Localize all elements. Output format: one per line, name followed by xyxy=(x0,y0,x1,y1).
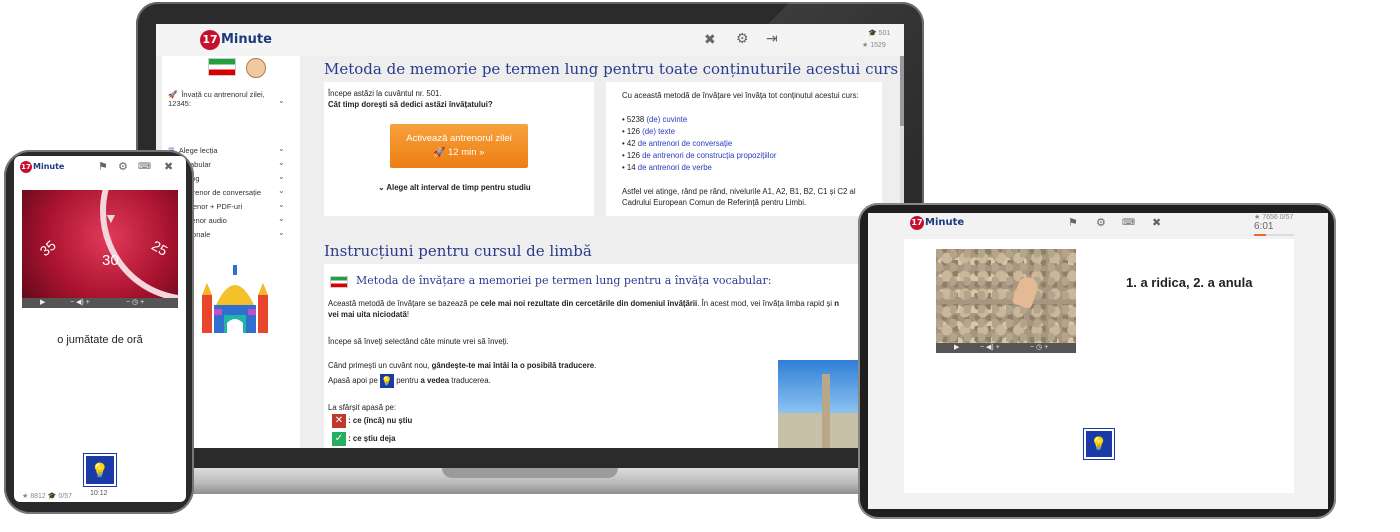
instructions-title: Instrucțiuni pentru cursul de limbă xyxy=(324,242,592,260)
method-intro: Cu această metodă de învățare vei învăța… xyxy=(622,91,859,100)
scrollbar-thumb[interactable] xyxy=(900,56,904,126)
video-controls: ▶ − ◀) + − ◷ + xyxy=(22,298,178,308)
person-icon[interactable]: ⚑ xyxy=(1068,216,1078,229)
play-icon[interactable]: ▶ xyxy=(40,298,45,306)
start-line: Începe astăzi la cuvântul nr. 501. xyxy=(328,89,442,98)
paragraph-start: Începe să înveți selectând câte minute v… xyxy=(328,337,509,346)
paragraph-new-word: Când primești un cuvânt nou, gândește-te… xyxy=(328,361,597,370)
play-icon[interactable]: ▶ xyxy=(954,343,959,351)
gear-icon[interactable]: ⚙ xyxy=(118,160,128,173)
start-card: Începe astăzi la cuvântul nr. 501. Cât t… xyxy=(324,82,594,216)
check-icon: ✓ xyxy=(332,432,346,446)
chevron-down-icon[interactable]: ⌄ xyxy=(278,214,285,223)
laptop-screen: 17 Minute ✖ ⚙ ⇥ 🎓 501 ★ 1529 🚀 Învață cu a… xyxy=(156,24,904,448)
column-shape xyxy=(822,374,830,448)
logout-icon[interactable]: ⇥ xyxy=(766,30,778,47)
phone-screen: 17 Minute ⚑ ⚙ ⌨ ✖ ▼ 35 30 25 ▶ − ◀) + − ◷… xyxy=(14,156,186,502)
chevron-down-icon[interactable]: ⌄ xyxy=(278,158,285,167)
brand-logo[interactable]: 17 Minute xyxy=(200,30,272,50)
other-interval-link[interactable]: ⌄ Alege alt interval de timp pentru stud… xyxy=(378,182,531,193)
option-dont-know: ✕ : ce (încă) nu știu xyxy=(332,414,412,428)
mosque-illustration-icon xyxy=(202,265,268,333)
pin-off-icon[interactable]: ✖ xyxy=(1152,216,1161,229)
footer-time: 10:12 xyxy=(90,490,108,497)
cross-icon: ✕ xyxy=(332,414,346,428)
tablet-timer: 6:01 xyxy=(1254,221,1274,232)
activate-trainer-button[interactable]: Activează antrenorul zilei 🚀 12 min » xyxy=(390,124,528,168)
speed-icon[interactable]: − ◷ + xyxy=(126,298,144,306)
pin-off-icon[interactable]: ✖ xyxy=(704,31,716,48)
volume-icon[interactable]: − ◀) + xyxy=(70,298,90,306)
bullet-texts[interactable]: • 126 (de) texte xyxy=(622,126,675,137)
chevron-down-icon[interactable]: ⌄ xyxy=(278,144,285,153)
paragraph-end: La sfârșit apasă pe: xyxy=(328,403,397,412)
chevron-down-icon[interactable]: ⌄ xyxy=(278,228,285,237)
page-title: Metoda de memorie pe termen lung pentru … xyxy=(324,60,899,78)
time-question: Cât timp dorești să dedici astăzi învăța… xyxy=(328,100,493,109)
iran-flag-icon xyxy=(330,276,348,288)
pebbles-photo xyxy=(936,249,1076,353)
word-translation: 1. a ridica, 2. a anula xyxy=(1126,275,1253,290)
stat-courses: 🎓 501 xyxy=(868,30,891,37)
paragraph-research: Această metodă de învățare se bazează pe… xyxy=(328,299,839,319)
chevron-down-icon[interactable]: ⌄ xyxy=(278,200,285,209)
iran-flag-icon xyxy=(208,58,236,76)
keyboard-icon[interactable]: ⌨ xyxy=(1122,217,1135,228)
tablet-progress-bar xyxy=(1254,234,1294,236)
levels-text: Astfel vei atinge, rând pe rând, nivelur… xyxy=(622,187,856,207)
laptop-notch xyxy=(442,468,618,478)
bullet-verbs[interactable]: • 14 de antrenori de verbe xyxy=(622,162,712,173)
tablet-screen: 17 Minute ⚑ ⚙ ⌨ ✖ ★ 7656 0/57 6:01 ▶ − ◀)… xyxy=(868,213,1328,509)
tablet-stats: ★ 7656 0/57 xyxy=(1254,214,1294,221)
rocket-icon: 🚀 xyxy=(433,147,446,158)
bullet-sentences[interactable]: • 126 de antrenori de construcția propoz… xyxy=(622,150,776,161)
brand-logo[interactable]: 17 Minute xyxy=(910,216,964,230)
gear-icon[interactable]: ⚙ xyxy=(736,30,749,47)
bulb-button[interactable]: 💡 xyxy=(84,454,116,486)
sidebar-item-trainer[interactable]: 🚀 Învață cu antrenorul zilei, 12345: xyxy=(168,90,278,108)
method-heading: Metoda de învățare a memoriei pe termen … xyxy=(356,274,772,287)
timer-arrow-icon: ▼ xyxy=(104,210,118,226)
kitchen-timer-photo: ▼ 35 30 25 xyxy=(22,190,178,308)
option-know: ✓ : ce știu deja xyxy=(332,432,395,446)
bulb-icon: 💡 xyxy=(380,374,395,388)
method-info-card: Cu această metodă de învățare vei învăța… xyxy=(606,82,882,216)
top-bar: 17 Minute ✖ ⚙ ⇥ 🎓 501 ★ 1529 xyxy=(156,24,904,56)
keyboard-icon[interactable]: ⌨ xyxy=(138,161,151,172)
instructions-card: Metoda de învățare a memoriei pe termen … xyxy=(324,264,884,448)
timer-mark-35: 35 xyxy=(36,236,59,260)
chevron-down-icon[interactable]: ⌄ xyxy=(278,172,285,181)
brand-logo[interactable]: 17 Minute xyxy=(20,161,64,173)
word-translation: o jumătate de oră xyxy=(57,334,143,346)
video-controls: ▶ − ◀) + − ◷ + xyxy=(936,343,1076,353)
rocket-icon: 🚀 xyxy=(168,90,178,99)
persepolis-photo xyxy=(778,360,858,448)
person-icon[interactable]: ⚑ xyxy=(98,160,108,173)
avatar[interactable] xyxy=(246,58,266,78)
stat-stars: ★ 1529 xyxy=(862,42,886,49)
bullet-conversation[interactable]: • 42 de antrenori de conversație xyxy=(622,138,732,149)
chevron-down-icon[interactable]: ⌄ xyxy=(278,96,285,105)
timer-mark-30: 30 xyxy=(102,252,119,269)
chevron-down-icon[interactable]: ⌄ xyxy=(278,186,285,195)
bulb-button[interactable]: 💡 xyxy=(1084,429,1114,459)
speed-icon[interactable]: − ◷ + xyxy=(1030,343,1048,351)
tablet-content: ▶ − ◀) + − ◷ + 1. a ridica, 2. a anula 💡 xyxy=(904,239,1294,493)
footer-stats: ★ 8812 🎓 0/57 xyxy=(22,493,73,500)
pin-off-icon[interactable]: ✖ xyxy=(164,160,173,173)
bullet-words[interactable]: • 5238 (de) cuvinte xyxy=(622,114,687,125)
paragraph-press: Apasă apoi pe 💡 pentru a vedea traducere… xyxy=(328,374,491,388)
hand-shape xyxy=(1011,274,1041,310)
gear-icon[interactable]: ⚙ xyxy=(1096,216,1106,229)
volume-icon[interactable]: − ◀) + xyxy=(980,343,1000,351)
